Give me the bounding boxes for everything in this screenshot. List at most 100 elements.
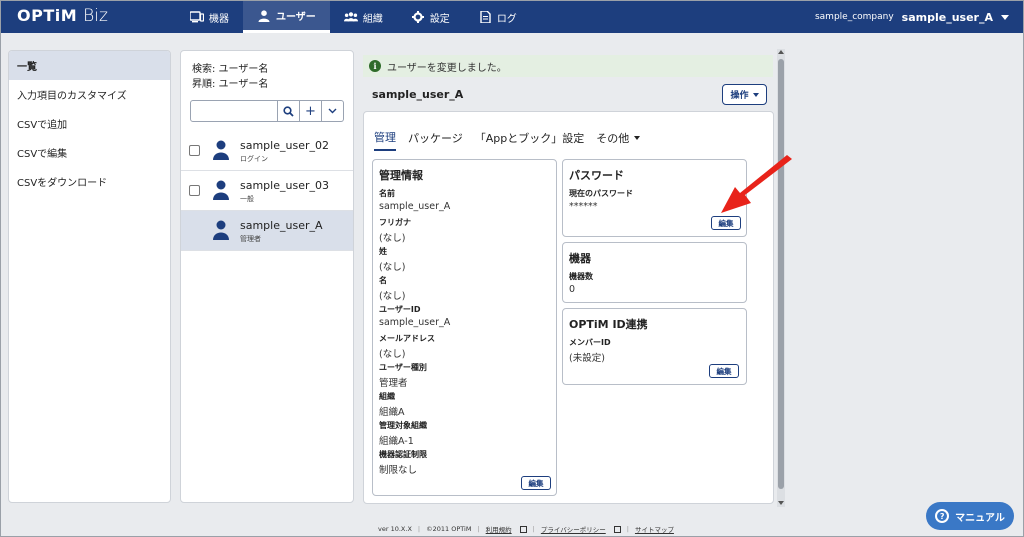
field-list: 現在のパスワード ****** [569,188,633,212]
tab-packages[interactable]: パッケージ [408,129,463,151]
field-label: メールアドレス [379,334,435,343]
scroll-down-icon[interactable] [778,501,784,505]
manual-label: マニュアル [955,512,1005,524]
privacy-link[interactable]: プライバシーポリシー [541,524,606,534]
row-checkbox[interactable] [189,145,200,156]
menu-item-csv-download[interactable]: CSVをダウンロード [9,167,170,196]
field-value: 0 [569,284,576,295]
company-name: sample_company [814,12,894,22]
terms-link[interactable]: 利用規約 [486,524,512,534]
field-value: (なし) [379,262,406,273]
tab-management[interactable]: 管理 [374,129,396,151]
field-label: 組織 [379,392,395,401]
search-condition: 検索: ユーザー名 [192,64,269,75]
field-label: ユーザーID [379,305,421,314]
field-value: (なし) [379,233,406,244]
device-panel: 機器 機器数 0 [562,242,747,303]
sitemap-link[interactable]: サイトマップ [635,524,674,534]
scroll-up-icon[interactable] [778,50,784,54]
panel-title: OPTiM ID連携 [569,318,648,331]
menu-item-customize[interactable]: 入力項目のカスタマイズ [9,80,170,109]
chevron-down-icon [328,108,337,114]
detail-tabs: 管理 パッケージ 「Appとブック」設定 その他 [374,129,641,151]
version-text: ver 10.X.X [378,525,412,533]
left-menu: 一覧 入力項目のカスタマイズ CSVで追加 CSVで編集 CSVをダウンロード [8,50,171,503]
user-role: ログイン [240,155,268,163]
search-input[interactable] [190,100,278,122]
tab-other[interactable]: その他 [596,129,641,151]
scroll-thumb[interactable] [778,59,784,489]
notice-text: ユーザーを変更しました。 [387,62,507,74]
top-bar: OPTiM Biz 機器 ユーザー 組織 設定 ログ sample_company… [1,1,1023,33]
user-role: 一般 [240,195,254,203]
list-filter-info: 検索: ユーザー名 昇順: ユーザー名 [181,51,353,92]
chevron-down-icon [752,92,759,97]
field-organization: 組織 組織A [379,391,450,420]
panel-title: 管理情報 [379,169,423,182]
logo-sub: Biz [83,6,108,26]
scrollbar[interactable] [777,49,785,507]
user-list-tools: + [190,100,344,122]
field-list: 機器数 0 [569,271,593,295]
row-checkbox[interactable] [189,185,200,196]
nav-devices-label: 機器 [209,13,229,25]
user-name: sample_user_02 [240,139,329,152]
panel-title: パスワード [569,169,624,182]
table-row[interactable]: sample_user_03 一般 [181,171,353,211]
edit-management-button[interactable]: 編集 [521,476,551,490]
account-menu[interactable]: sample_company sample_user_A [815,1,1009,33]
chevron-down-icon [634,136,641,140]
logo-text: OPTiM [17,6,78,25]
field-label: 姓 [379,247,387,256]
footer: ver 10.X.X | ©2011 OPTiM | 利用規約 | プライバシー… [378,524,674,534]
field-value: ****** [569,201,598,212]
nav-org[interactable]: 組織 [330,1,397,33]
info-icon: i [369,60,381,72]
user-name: sample_user_A [240,219,323,232]
nav-devices[interactable]: 機器 [176,1,243,33]
plus-icon: + [305,103,316,119]
success-notice: i ユーザーを変更しました。 [363,55,773,77]
logo[interactable]: OPTiM Biz [17,6,108,26]
menu-item-csv-edit[interactable]: CSVで編集 [9,138,170,167]
field-last-name: 姓 (なし) [379,246,450,275]
field-user-type: ユーザー種別 管理者 [379,362,450,391]
field-value: 制限なし [379,465,418,476]
nav-users[interactable]: ユーザー [243,1,330,33]
menu-item-list[interactable]: 一覧 [9,51,170,80]
field-label: 管理対象組織 [379,421,427,430]
user-name: sample_user_03 [240,179,329,192]
field-label: ユーザー種別 [379,363,427,372]
field-label: 機器認証制限 [379,450,427,459]
tab-other-label: その他 [596,132,630,145]
field-label: 機器数 [569,272,593,281]
field-list: 名前 sample_user_A フリガナ (なし) 姓 (なし) 名 (なし) ユーザ… [379,188,450,478]
more-button[interactable] [322,100,344,122]
nav-settings[interactable]: 設定 [397,1,464,33]
optim-id-panel: OPTiM ID連携 メンバーID (未設定) 編集 [562,308,747,385]
footer-separator: | [417,525,421,533]
field-label: メンバーID [569,338,611,347]
nav-users-label: ユーザー [276,12,316,23]
tab-app-book-settings[interactable]: 「Appとブック」設定 [475,129,585,151]
search-button[interactable] [278,100,300,122]
nav-log[interactable]: ログ [464,1,531,33]
edit-optim-id-button[interactable]: 編集 [709,364,739,378]
field-first-name: 名 (なし) [379,275,450,304]
field-value: (なし) [379,291,406,302]
field-value: (未設定) [569,353,605,364]
table-row[interactable]: sample_user_A 管理者 [181,211,353,251]
field-label: 名 [379,276,387,285]
menu-item-csv-add[interactable]: CSVで追加 [9,109,170,138]
table-row[interactable]: sample_user_02 ログイン [181,131,353,171]
org-icon [343,12,358,22]
field-label: 現在のパスワード [569,189,633,198]
footer-separator: | [532,525,535,533]
operations-label: 操作 [730,91,749,101]
add-user-button[interactable]: + [300,100,322,122]
operations-button[interactable]: 操作 [722,84,767,105]
current-user: sample_user_A [901,10,993,24]
field-label: 名前 [379,189,395,198]
field-value: 組織A-1 [379,436,414,447]
manual-button[interactable]: ? マニュアル [926,502,1014,530]
